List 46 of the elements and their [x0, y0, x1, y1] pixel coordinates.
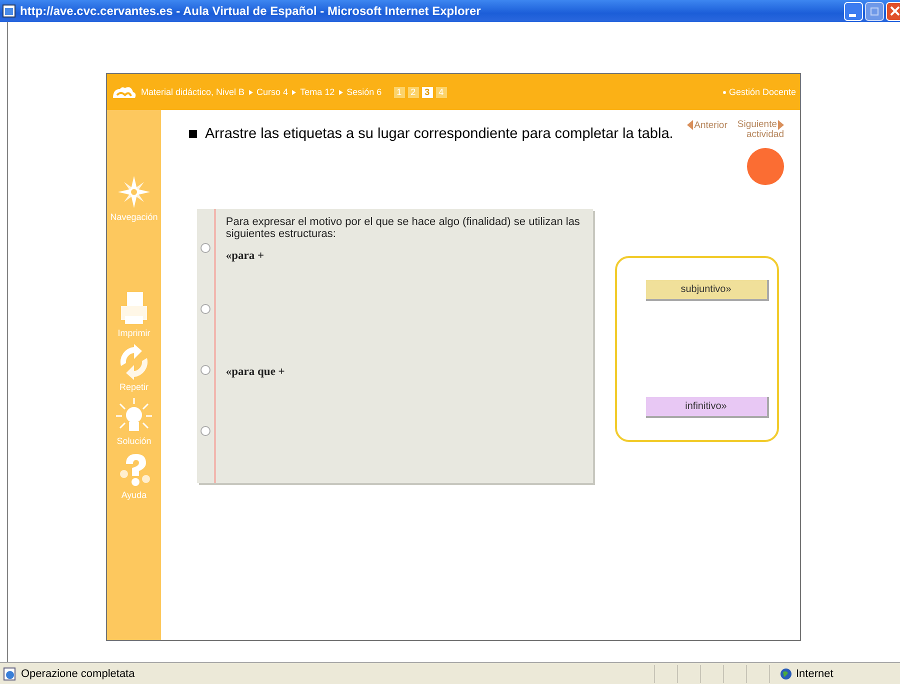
structure-text: «para + [226, 250, 266, 262]
breadcrumb-item: Tema 12 [300, 87, 335, 97]
page-button[interactable]: 2 [408, 86, 419, 98]
sidebar-button[interactable]: Ayuda [116, 452, 152, 500]
breadcrumb-item: Material didáctico, Nivel B [141, 87, 245, 97]
page-button[interactable]: 4 [436, 86, 447, 98]
next-activity-link[interactable]: Siguiente actividad [737, 120, 784, 140]
globe-icon [780, 668, 792, 680]
arrow-right-icon [778, 120, 784, 130]
status-circle [747, 148, 784, 185]
sidebar-button[interactable]: Navegación [110, 174, 158, 222]
drag-label[interactable]: infinitivo» [646, 397, 768, 418]
close-button[interactable] [886, 2, 900, 20]
ring-icon [200, 242, 211, 254]
minimize-button[interactable] [844, 2, 863, 20]
breadcrumb-item: Curso 4 [256, 87, 288, 97]
bullet-icon [338, 90, 343, 94]
page-button[interactable]: 3 [422, 86, 433, 98]
intro-text: Para expresar el motivo por el que se hace algo (finalidad) se utilizan las siguientes estructuras: [226, 216, 581, 240]
ring-icon [200, 364, 211, 376]
maximize-button[interactable] [865, 2, 884, 20]
light-bulb-icon [116, 398, 152, 434]
sidebar-button[interactable]: Imprimir [117, 290, 151, 338]
status-text: Operazione completata [21, 668, 135, 680]
gestion-link[interactable]: Gestión Docente [728, 87, 796, 97]
bullet-icon [248, 90, 253, 94]
structure-text: «para que + [226, 366, 286, 378]
page-button[interactable]: 1 [394, 86, 405, 98]
zone-text: Internet [796, 668, 834, 680]
instruction-text: Arrastre las etiquetas a su lugar correspondiente para completar la tabla. [205, 126, 674, 142]
window-title: http://ave.cvc.cervantes.es - Aula Virtual de Español - Microsoft Internet Explorer [20, 4, 482, 18]
drag-label[interactable]: subjuntivo» [646, 280, 768, 301]
sidebar-button[interactable]: Repetir [116, 344, 152, 392]
previous-link[interactable]: Anterior [687, 120, 728, 140]
breadcrumb-item: Sesión 6 [346, 87, 382, 97]
bullet-icon [722, 90, 726, 94]
ring-icon [200, 303, 211, 315]
arrow-left-icon [687, 120, 694, 130]
logo-icon [111, 84, 137, 100]
page-icon [2, 4, 16, 18]
ring-icon [200, 425, 211, 437]
bullet-icon [292, 90, 296, 94]
compass-icon [116, 174, 152, 210]
sidebar-button[interactable]: Solución [116, 398, 152, 446]
page-icon [3, 666, 17, 680]
bullet-icon [189, 130, 197, 138]
